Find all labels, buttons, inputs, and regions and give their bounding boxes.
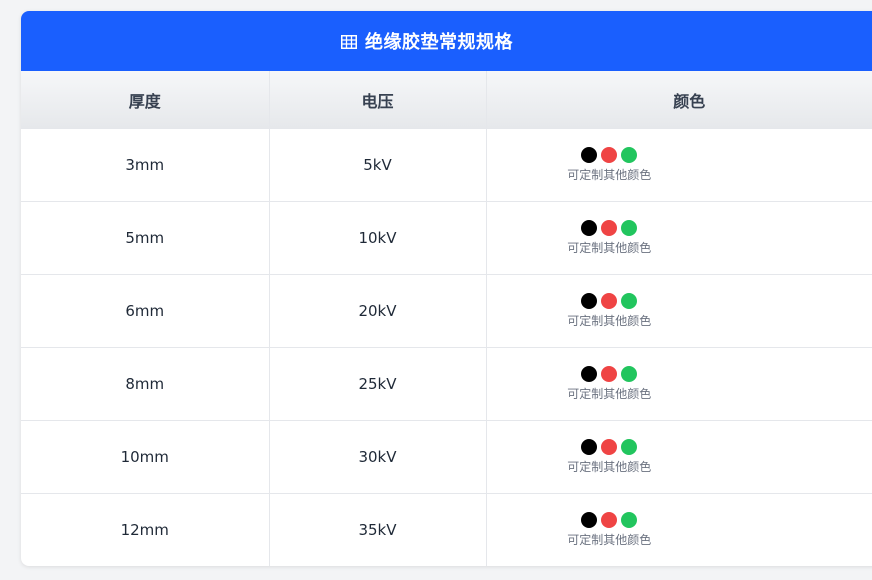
cell-voltage: 25kV (269, 347, 487, 421)
cell-color: 可定制其他颜色 (486, 347, 872, 421)
cell-color: 可定制其他颜色 (486, 274, 872, 348)
cell-voltage: 10kV (269, 201, 487, 275)
table-row: 5mm 10kV 可定制其他颜色 (21, 201, 872, 275)
red-swatch (601, 293, 618, 309)
color-options: 可定制其他颜色 (487, 439, 872, 475)
cell-voltage: 30kV (269, 420, 487, 494)
cell-thickness: 3mm (21, 128, 270, 202)
cell-thickness: 5mm (21, 201, 270, 275)
color-swatches (581, 512, 638, 528)
custom-color-note: 可定制其他颜色 (567, 387, 652, 401)
column-header-thickness: 厚度 (21, 71, 270, 129)
cell-color: 可定制其他颜色 (486, 201, 872, 275)
green-swatch (621, 293, 638, 309)
color-options: 可定制其他颜色 (487, 366, 872, 402)
table-body: 3mm 5kV 可定制其他颜色 5mm 10kV 可定制其他颜色 6mm 20kV 可定制其他颜… (21, 128, 872, 566)
black-swatch (581, 512, 598, 528)
cell-color: 可定制其他颜色 (486, 493, 872, 566)
red-swatch (601, 220, 618, 236)
table-row: 3mm 5kV 可定制其他颜色 (21, 128, 872, 202)
black-swatch (581, 147, 598, 163)
black-swatch (581, 439, 598, 455)
red-swatch (601, 439, 618, 455)
color-swatches (581, 147, 638, 163)
black-swatch (581, 293, 598, 309)
table-row: 12mm 35kV 可定制其他颜色 (21, 493, 872, 566)
spec-card: 绝缘胶垫常规规格 厚度 电压 颜色 3mm 5kV 可定制其他颜色 5mm 10kV 可定… (21, 11, 872, 566)
color-swatches (581, 439, 638, 455)
color-options: 可定制其他颜色 (487, 220, 872, 256)
cell-thickness: 12mm (21, 493, 270, 566)
custom-color-note: 可定制其他颜色 (567, 460, 652, 474)
column-header-color: 颜色 (486, 71, 872, 129)
column-header-voltage: 电压 (269, 71, 487, 129)
custom-color-note: 可定制其他颜色 (567, 314, 652, 328)
color-options: 可定制其他颜色 (487, 512, 872, 548)
red-swatch (601, 366, 618, 382)
table-row: 10mm 30kV 可定制其他颜色 (21, 420, 872, 494)
custom-color-note: 可定制其他颜色 (567, 241, 652, 255)
card-title: 绝缘胶垫常规规格 (365, 32, 513, 53)
color-swatches (581, 366, 638, 382)
cell-color: 可定制其他颜色 (486, 128, 872, 202)
cell-thickness: 6mm (21, 274, 270, 348)
spec-table: 厚度 电压 颜色 3mm 5kV 可定制其他颜色 5mm 10kV 可定制其他颜色 6mm 2… (21, 71, 872, 566)
cell-thickness: 8mm (21, 347, 270, 421)
green-swatch (621, 439, 638, 455)
table-header-row: 厚度 电压 颜色 (21, 71, 872, 129)
cell-voltage: 35kV (269, 493, 487, 566)
table-row: 8mm 25kV 可定制其他颜色 (21, 347, 872, 421)
table-row: 6mm 20kV 可定制其他颜色 (21, 274, 872, 348)
cell-voltage: 20kV (269, 274, 487, 348)
custom-color-note: 可定制其他颜色 (567, 168, 652, 182)
color-options: 可定制其他颜色 (487, 147, 872, 183)
cell-voltage: 5kV (269, 128, 487, 202)
custom-color-note: 可定制其他颜色 (567, 533, 652, 547)
green-swatch (621, 366, 638, 382)
black-swatch (581, 366, 598, 382)
green-swatch (621, 512, 638, 528)
color-swatches (581, 293, 638, 309)
black-swatch (581, 220, 598, 236)
red-swatch (601, 512, 618, 528)
green-swatch (621, 147, 638, 163)
green-swatch (621, 220, 638, 236)
card-header: 绝缘胶垫常规规格 (21, 11, 872, 71)
color-swatches (581, 220, 638, 236)
cell-thickness: 10mm (21, 420, 270, 494)
red-swatch (601, 147, 618, 163)
color-options: 可定制其他颜色 (487, 293, 872, 329)
cell-color: 可定制其他颜色 (486, 420, 872, 494)
table-icon (341, 34, 357, 49)
